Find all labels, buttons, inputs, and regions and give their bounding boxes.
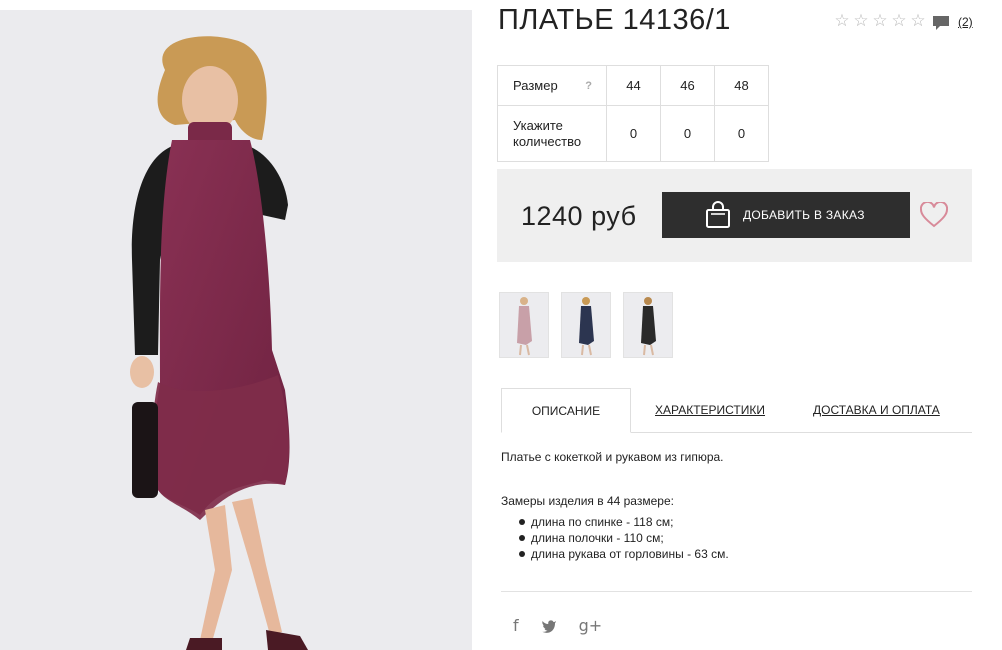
tab-description[interactable]: ОПИСАНИЕ <box>501 388 631 433</box>
list-item: длина полочки - 110 см; <box>518 530 729 546</box>
quantity-input[interactable]: 0 <box>714 105 769 162</box>
size-option[interactable]: 44 <box>606 65 661 106</box>
star-icon[interactable]: ☆ <box>852 12 870 30</box>
thumbnail-black-dress[interactable] <box>623 292 673 358</box>
divider <box>501 591 972 592</box>
quantity-header-cell: Укажите количество <box>497 105 607 162</box>
measure-list: длина по спинке - 118 см; длина полочки … <box>518 514 729 562</box>
thumbnail-pink-dress[interactable] <box>499 292 549 358</box>
size-header-cell: Размер ? <box>497 65 607 106</box>
main-product-photo[interactable] <box>0 10 472 650</box>
thumbnail-navy-dress[interactable] <box>561 292 611 358</box>
review-count-link[interactable]: (2) <box>958 15 973 29</box>
star-icon[interactable]: ☆ <box>833 12 851 30</box>
quantity-input[interactable]: 0 <box>660 105 715 162</box>
quantity-input[interactable]: 0 <box>606 105 661 162</box>
description-text: Платье с кокеткой и рукавом из гипюра. <box>501 450 724 464</box>
product-title: ПЛАТЬЕ 14136/1 <box>498 4 731 36</box>
shopping-bag-icon <box>706 201 730 228</box>
add-to-cart-label: ДОБАВИТЬ В ЗАКАЗ <box>743 208 865 222</box>
product-price: 1240 руб <box>521 201 637 231</box>
googleplus-icon[interactable]: g+ <box>579 616 603 635</box>
social-share: f g+ <box>513 616 602 635</box>
list-item: длина рукава от горловины - 63 см. <box>518 546 729 562</box>
measure-title: Замеры изделия в 44 размере: <box>501 494 674 508</box>
star-icon[interactable]: ☆ <box>871 12 889 30</box>
size-row: Размер ? 44 46 48 <box>497 65 769 106</box>
help-icon[interactable]: ? <box>585 78 592 94</box>
facebook-icon[interactable]: f <box>513 616 519 635</box>
tab-delivery-payment[interactable]: ДОСТАВКА И ОПЛАТА <box>813 388 940 433</box>
size-table: Размер ? 44 46 48 Укажите количество 0 0… <box>497 65 769 162</box>
size-option[interactable]: 46 <box>660 65 715 106</box>
heart-icon[interactable] <box>920 202 948 228</box>
product-tabs: ОПИСАНИЕ ХАРАКТЕРИСТИКИ ДОСТАВКА И ОПЛАТ… <box>501 388 972 433</box>
twitter-icon[interactable] <box>541 619 557 633</box>
price-panel: 1240 руб ДОБАВИТЬ В ЗАКАЗ <box>497 169 972 262</box>
rating-stars[interactable]: ☆ ☆ ☆ ☆ ☆ <box>833 12 927 30</box>
quantity-row: Укажите количество 0 0 0 <box>497 105 769 162</box>
add-to-cart-button[interactable]: ДОБАВИТЬ В ЗАКАЗ <box>662 192 910 238</box>
star-icon[interactable]: ☆ <box>909 12 927 30</box>
thumbnail-list <box>499 292 673 358</box>
size-header-label: Размер <box>513 77 558 93</box>
size-option[interactable]: 48 <box>714 65 769 106</box>
list-item: длина по спинке - 118 см; <box>518 514 729 530</box>
star-icon[interactable]: ☆ <box>890 12 908 30</box>
comment-icon[interactable] <box>932 14 950 32</box>
tab-characteristics[interactable]: ХАРАКТЕРИСТИКИ <box>655 388 765 433</box>
